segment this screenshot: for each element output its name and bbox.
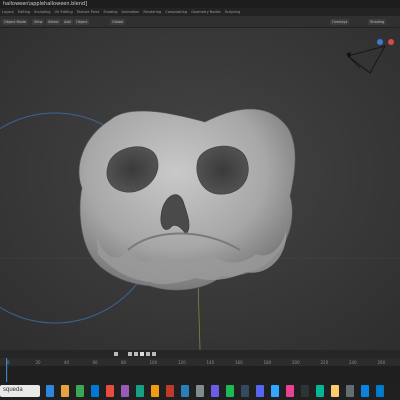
workspace-tab-scripting[interactable]: Scripting bbox=[225, 10, 241, 14]
timeline-tick-label: 200 bbox=[292, 360, 300, 365]
browser-icon[interactable] bbox=[91, 385, 99, 397]
timeline-tick-label: 100 bbox=[150, 360, 158, 365]
workspace-tab-layout[interactable]: Layout bbox=[2, 10, 14, 14]
timeline-tick-label: 20 bbox=[36, 360, 42, 365]
object-menu[interactable]: Object bbox=[74, 19, 90, 25]
playhead[interactable] bbox=[6, 358, 8, 382]
task-view-icon[interactable] bbox=[76, 385, 84, 397]
blender-icon[interactable] bbox=[181, 385, 189, 397]
shading-dropdown[interactable]: Shading bbox=[368, 19, 387, 25]
add-menu[interactable]: Add bbox=[62, 19, 73, 25]
window-title-bar: halloween\applehalloween.blend] bbox=[0, 0, 400, 8]
music-icon[interactable] bbox=[286, 385, 294, 397]
spotify-icon[interactable] bbox=[226, 385, 234, 397]
workspace-tabs: Layout Editing Sculpting UV Editing Texture … bbox=[0, 8, 400, 16]
steam-icon[interactable] bbox=[241, 385, 249, 397]
workspace-tab-sculpting[interactable]: Sculpting bbox=[34, 10, 50, 14]
file-explorer-icon[interactable] bbox=[106, 385, 114, 397]
viewport-header: Object Mode View Select Add Object Globa… bbox=[0, 16, 400, 28]
skull-right-eye bbox=[196, 145, 249, 195]
workspace-tab-texture-paint[interactable]: Texture Paint bbox=[77, 10, 100, 14]
timeline-tick-label: 160 bbox=[235, 360, 243, 365]
settings-icon[interactable] bbox=[196, 385, 204, 397]
3d-viewport[interactable] bbox=[0, 28, 400, 350]
photoshop-icon[interactable] bbox=[271, 385, 279, 397]
terminal-icon[interactable] bbox=[301, 385, 309, 397]
timeline-tick-label: 80 bbox=[121, 360, 127, 365]
teams-icon[interactable] bbox=[211, 385, 219, 397]
skull-mesh[interactable] bbox=[78, 108, 296, 291]
timeline-tick-label: 140 bbox=[207, 360, 215, 365]
notes-icon[interactable] bbox=[331, 385, 339, 397]
overlays-dropdown[interactable]: Overlays bbox=[330, 19, 350, 25]
transform-orientation[interactable]: Global bbox=[110, 19, 126, 25]
mode-select[interactable]: Object Mode bbox=[2, 19, 29, 25]
calculator-icon[interactable] bbox=[316, 385, 324, 397]
mail-icon[interactable] bbox=[121, 385, 129, 397]
select-menu[interactable]: Select bbox=[46, 19, 61, 25]
timeline-tick-label: 260 bbox=[378, 360, 386, 365]
workspace-tab-animation[interactable]: Animation bbox=[122, 10, 140, 14]
discord-icon[interactable] bbox=[256, 385, 264, 397]
workspace-tab-uv-editing[interactable]: UV Editing bbox=[54, 10, 72, 14]
workspace-tab-geometry-nodes[interactable]: Geometry Nodes bbox=[191, 10, 221, 14]
timeline-tick-label: 180 bbox=[264, 360, 272, 365]
chrome-icon[interactable] bbox=[166, 385, 174, 397]
taskbar-search-box[interactable]: squeda bbox=[0, 385, 40, 397]
taskbar-search-text: squeda bbox=[3, 387, 23, 393]
camera-icon[interactable] bbox=[346, 385, 354, 397]
timeline-canvas: 0 20 40 60 80 100 120 140 160 180 200 220 240 260 bbox=[0, 350, 400, 382]
workspace-tab-editing[interactable]: Editing bbox=[18, 10, 30, 14]
timeline-tick-label: 220 bbox=[321, 360, 329, 365]
workspace-tab-compositing[interactable]: Compositing bbox=[165, 10, 187, 14]
search-icon[interactable] bbox=[61, 385, 69, 397]
workspace-tab-rendering[interactable]: Rendering bbox=[143, 10, 161, 14]
timeline-panel: 0 20 40 60 80 100 120 140 160 180 200 220 240 260 bbox=[0, 350, 400, 382]
start-icon[interactable] bbox=[46, 385, 54, 397]
viewport-canvas bbox=[0, 28, 400, 350]
window-title: halloween\applehalloween.blend] bbox=[3, 1, 88, 7]
vscode-icon[interactable] bbox=[376, 385, 384, 397]
timeline-tick-label: 60 bbox=[93, 360, 99, 365]
timeline-tick-label: 40 bbox=[64, 360, 70, 365]
game-icon[interactable] bbox=[361, 385, 369, 397]
view-menu[interactable]: View bbox=[32, 19, 45, 25]
workspace-tab-shading[interactable]: Shading bbox=[103, 10, 117, 14]
os-taskbar: squeda bbox=[0, 382, 400, 400]
store-icon[interactable] bbox=[136, 385, 144, 397]
timeline-tick-label: 120 bbox=[178, 360, 186, 365]
edge-icon[interactable] bbox=[151, 385, 159, 397]
timeline-tick-label: 240 bbox=[349, 360, 357, 365]
